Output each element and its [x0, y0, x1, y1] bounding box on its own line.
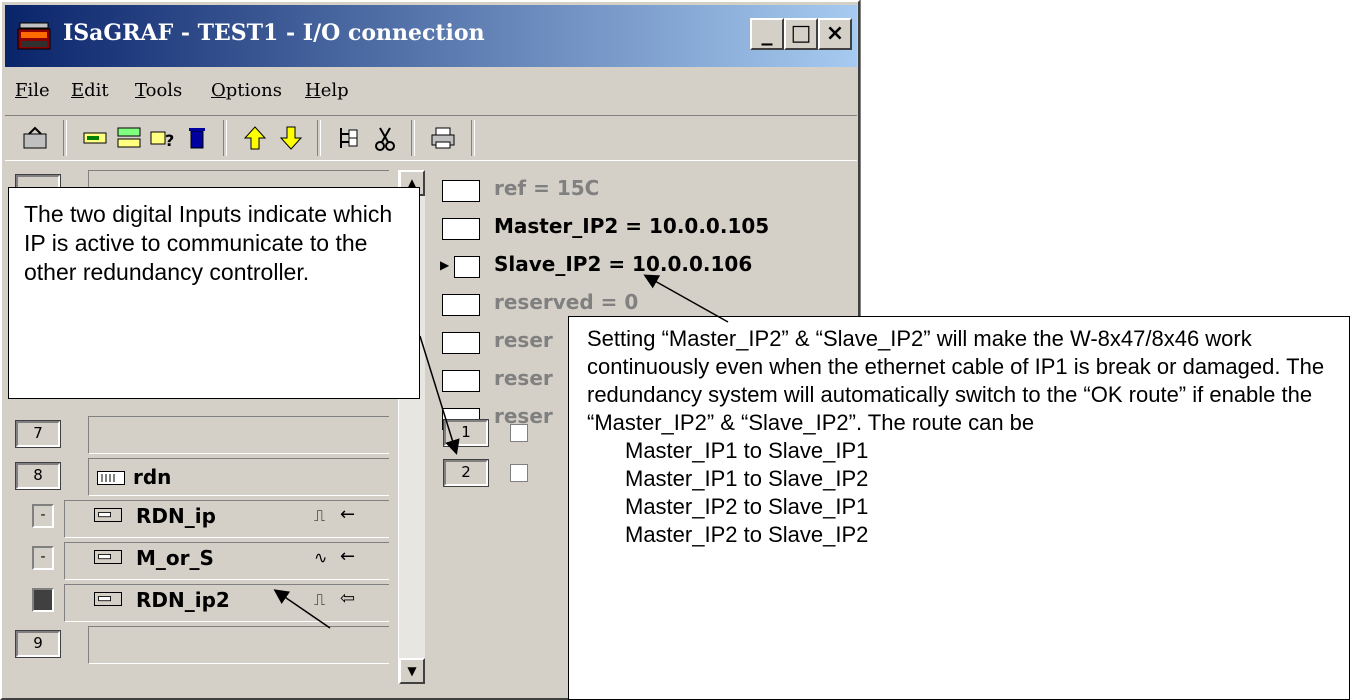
redundancy-route-callout: Setting “Master_IP2” & “Slave_IP2” will …	[568, 316, 1350, 700]
wave-signal-icon: ∿	[314, 548, 328, 567]
menu-options[interactable]: Options	[211, 80, 282, 101]
digital-input-icon	[94, 550, 122, 564]
board-type-icon	[97, 471, 125, 485]
open-icon[interactable]	[21, 124, 49, 152]
parameter-item-selected[interactable]: ▶ Slave_IP2 = 10.0.0.106	[440, 250, 862, 284]
variable-name: M_or_S	[136, 546, 214, 570]
parameter-text: reser	[494, 366, 553, 390]
variable-marker[interactable]	[32, 588, 54, 612]
slot-cell[interactable]	[88, 416, 389, 454]
toolbar-separator	[471, 120, 475, 156]
pulse-signal-icon: ⎍	[314, 590, 326, 609]
parameter-text: reser	[494, 328, 553, 352]
slot-row[interactable]: 9	[2, 622, 392, 664]
menu-file-label: File	[15, 80, 50, 101]
minimize-button[interactable]: _	[750, 18, 784, 50]
parameter-icon	[442, 294, 480, 316]
menu-tools[interactable]: Tools	[135, 80, 182, 101]
board-variable-row[interactable]: - RDN_ip ⎍ ←	[2, 496, 392, 538]
parameter-icon	[454, 256, 480, 278]
digital-inputs-callout: The two digital Inputs indicate which IP…	[8, 187, 420, 399]
toolbar-separator	[411, 120, 415, 156]
parameter-text: Slave_IP2 = 10.0.0.106	[494, 252, 753, 276]
pulse-signal-icon: ⎍	[314, 506, 326, 525]
parameter-icon	[442, 332, 480, 354]
parameter-text: ref = 15C	[494, 176, 600, 200]
route-item: Master_IP1 to Slave_IP2	[625, 466, 869, 491]
menu-tools-label: Tools	[135, 80, 183, 101]
slot-number[interactable]: 7	[15, 420, 61, 448]
digital-input-icon	[94, 508, 122, 522]
menu-help[interactable]: Help	[305, 80, 349, 101]
slot-cell[interactable]: rdn	[88, 458, 389, 496]
route-item: Master_IP2 to Slave_IP1	[625, 494, 869, 519]
parameter-item[interactable]: Master_IP2 = 10.0.0.105	[442, 212, 862, 246]
tree-icon[interactable]	[335, 124, 363, 152]
channel-check-icon[interactable]	[510, 424, 528, 442]
board-list-icon[interactable]	[115, 124, 143, 152]
print-icon[interactable]	[429, 124, 457, 152]
toolbar: ?	[5, 115, 857, 161]
input-arrow-outline-icon: ⇦	[340, 588, 356, 609]
board-variable-row[interactable]: - M_or_S ∿ ←	[2, 538, 392, 580]
digital-input-icon	[94, 592, 122, 606]
input-arrow-icon: ←	[340, 504, 356, 525]
slot-row[interactable]: 8 rdn	[2, 454, 392, 496]
channel-number[interactable]: 1	[443, 419, 489, 447]
close-button[interactable]: ×	[818, 18, 852, 50]
board-variable-row[interactable]: RDN_ip2 ⎍ ⇦	[2, 580, 392, 622]
menu-options-label: Options	[211, 80, 282, 101]
variable-marker[interactable]: -	[32, 546, 54, 570]
slot-row[interactable]: 7	[2, 412, 392, 454]
maximize-button[interactable]: □	[784, 18, 818, 50]
window-title: ISaGRAF - TEST1 - I/O connection	[63, 20, 485, 46]
callout-text: Setting “Master_IP2” & “Slave_IP2” will …	[587, 326, 1325, 435]
variable-name: RDN_ip2	[136, 588, 230, 612]
slot-cell[interactable]	[88, 626, 389, 664]
board-info-icon[interactable]: ?	[149, 124, 177, 152]
variable-marker[interactable]: -	[32, 504, 54, 528]
toolbar-separator	[317, 120, 321, 156]
delete-icon[interactable]	[183, 124, 211, 152]
svg-text:?: ?	[165, 131, 174, 150]
board-name: rdn	[133, 465, 172, 489]
channel-number[interactable]: 2	[443, 459, 489, 487]
menu-edit-label: Edit	[71, 80, 109, 101]
toolbar-separator	[223, 120, 227, 156]
parameter-text: reserved = 0	[494, 290, 639, 314]
parameter-item[interactable]: ref = 15C	[442, 174, 862, 208]
parameter-icon	[442, 218, 480, 240]
title-bar[interactable]: ISaGRAF - TEST1 - I/O connection _ □ ×	[5, 5, 857, 67]
app-icon	[17, 22, 51, 50]
route-item: Master_IP1 to Slave_IP1	[625, 438, 869, 463]
slot-number[interactable]: 8	[15, 462, 61, 490]
move-up-icon[interactable]	[241, 124, 269, 152]
parameter-text: Master_IP2 = 10.0.0.105	[494, 214, 770, 238]
scroll-down-button[interactable]: ▼	[399, 658, 425, 684]
parameter-icon	[442, 180, 480, 202]
menu-help-label: Help	[305, 80, 349, 101]
variable-name: RDN_ip	[136, 504, 216, 528]
parameter-icon	[442, 370, 480, 392]
move-down-icon[interactable]	[277, 124, 305, 152]
channel-check-icon[interactable]	[510, 464, 528, 482]
cut-icon[interactable]	[371, 124, 399, 152]
board-icon[interactable]	[81, 124, 109, 152]
toolbar-separator	[63, 120, 67, 156]
route-item: Master_IP2 to Slave_IP2	[625, 522, 869, 547]
menu-edit[interactable]: Edit	[71, 80, 109, 101]
selection-pointer-icon: ▶	[440, 258, 450, 272]
input-arrow-icon: ←	[340, 546, 356, 567]
callout-text: The two digital Inputs indicate which IP…	[24, 201, 393, 285]
slot-number[interactable]: 9	[15, 630, 61, 658]
menu-file[interactable]: File	[15, 80, 50, 101]
menu-bar: File Edit Tools Options Help	[5, 72, 857, 112]
